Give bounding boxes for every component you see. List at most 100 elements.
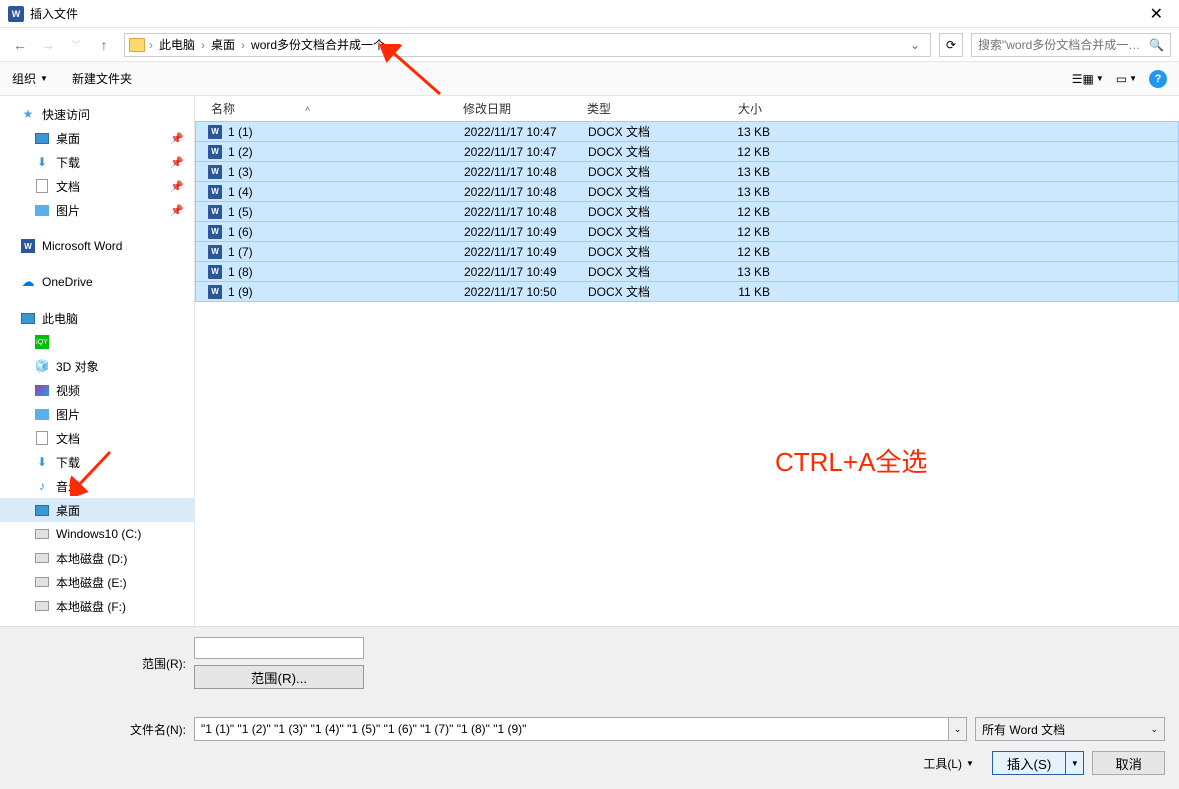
sidebar-item-pictures[interactable]: 图片 📌 — [0, 198, 194, 222]
new-folder-button[interactable]: 新建文件夹 — [72, 70, 132, 87]
pc-icon — [21, 313, 35, 324]
file-type: DOCX 文档 — [588, 123, 708, 140]
back-button[interactable]: ← — [8, 33, 32, 57]
search-input[interactable] — [978, 38, 1145, 52]
sidebar-label: Microsoft Word — [42, 239, 122, 253]
search-icon: 🔍 — [1149, 38, 1164, 52]
bottom-panel: 范围(R): 范围(R)... 文件名(N): ⌄ 所有 Word 文档 ⌄ 工… — [0, 626, 1179, 789]
picture-icon — [35, 205, 49, 216]
refresh-button[interactable]: ⟳ — [939, 33, 963, 57]
sidebar-item-desktop[interactable]: 桌面 📌 — [0, 126, 194, 150]
help-button[interactable]: ? — [1149, 70, 1167, 88]
file-row[interactable]: W1 (2)2022/11/17 10:47DOCX 文档12 KB — [195, 141, 1179, 162]
organize-menu[interactable]: 组织 ▼ — [12, 70, 48, 87]
tools-label: 工具(L) — [923, 755, 962, 772]
chevron-down-icon: ⌄ — [1150, 724, 1158, 735]
column-name[interactable]: 名称 ˄ — [205, 96, 457, 121]
sidebar-item-documents[interactable]: 文档 📌 — [0, 174, 194, 198]
document-icon — [36, 179, 48, 193]
sidebar-item-downloads[interactable]: ⬇ 下载 📌 — [0, 150, 194, 174]
sidebar-item-edrive[interactable]: 本地磁盘 (E:) — [0, 570, 194, 594]
file-date: 2022/11/17 10:48 — [464, 185, 588, 199]
range-input[interactable] — [194, 637, 364, 659]
file-date: 2022/11/17 10:47 — [464, 125, 588, 139]
file-row[interactable]: W1 (4)2022/11/17 10:48DOCX 文档13 KB — [195, 181, 1179, 202]
search-box[interactable]: 🔍 — [971, 33, 1171, 57]
sidebar-item-quickaccess[interactable]: ★ 快速访问 — [0, 102, 194, 126]
filetype-select[interactable]: 所有 Word 文档 ⌄ — [975, 717, 1165, 741]
sidebar-item-ddrive[interactable]: 本地磁盘 (D:) — [0, 546, 194, 570]
sidebar-item-3d[interactable]: 🧊 3D 对象 — [0, 354, 194, 378]
file-type: DOCX 文档 — [588, 163, 708, 180]
sidebar-item-pictures2[interactable]: 图片 — [0, 402, 194, 426]
file-row[interactable]: W1 (7)2022/11/17 10:49DOCX 文档12 KB — [195, 241, 1179, 262]
annotation-arrow — [70, 446, 120, 496]
sidebar-item-videos[interactable]: 视频 — [0, 378, 194, 402]
organize-label: 组织 — [12, 70, 36, 87]
sidebar-item-cdrive[interactable]: Windows10 (C:) — [0, 522, 194, 546]
preview-pane-button[interactable]: ▭ ▼ — [1116, 72, 1137, 86]
sidebar-item-onedrive[interactable]: ☁ OneDrive — [0, 270, 194, 294]
title-bar: W 插入文件 ✕ — [0, 0, 1179, 28]
drive-icon — [35, 553, 49, 563]
up-button[interactable]: ↑ — [92, 33, 116, 57]
column-size[interactable]: 大小 — [701, 96, 781, 121]
file-row[interactable]: W1 (9)2022/11/17 10:50DOCX 文档11 KB — [195, 281, 1179, 302]
cancel-button[interactable]: 取消 — [1092, 751, 1165, 775]
breadcrumb-dropdown-icon[interactable]: ⌄ — [904, 38, 926, 52]
sidebar-item-desktop2[interactable]: 桌面 — [0, 498, 194, 522]
col-label: 名称 — [211, 100, 235, 117]
breadcrumb[interactable]: › 此电脑 › 桌面 › word多份文档合并成一个 ⌄ — [124, 33, 931, 57]
sidebar-item-thispc[interactable]: 此电脑 — [0, 306, 194, 330]
file-row[interactable]: W1 (3)2022/11/17 10:48DOCX 文档13 KB — [195, 161, 1179, 182]
file-name: 1 (5) — [224, 205, 464, 219]
file-date: 2022/11/17 10:49 — [464, 225, 588, 239]
file-panel: 名称 ˄ 修改日期 类型 大小 W1 (1)2022/11/17 10:47DO… — [195, 96, 1179, 626]
annotation-arrow — [380, 44, 450, 100]
insert-dropdown[interactable]: ▼ — [1066, 751, 1084, 775]
insert-button[interactable]: 插入(S) — [992, 751, 1066, 775]
file-row[interactable]: W1 (6)2022/11/17 10:49DOCX 文档12 KB — [195, 221, 1179, 242]
music-icon: ♪ — [34, 478, 50, 494]
file-date: 2022/11/17 10:49 — [464, 265, 588, 279]
file-row[interactable]: W1 (1)2022/11/17 10:47DOCX 文档13 KB — [195, 121, 1179, 142]
file-header: 名称 ˄ 修改日期 类型 大小 — [195, 96, 1179, 122]
sidebar-label: 3D 对象 — [56, 358, 99, 375]
newfolder-label: 新建文件夹 — [72, 70, 132, 87]
file-size: 12 KB — [708, 205, 788, 219]
file-type: DOCX 文档 — [588, 243, 708, 260]
sidebar-label: 文档 — [56, 178, 80, 195]
sidebar-item-fdrive[interactable]: 本地磁盘 (F:) — [0, 594, 194, 618]
recent-dropdown[interactable]: ﹀ — [64, 33, 88, 57]
iqiyi-icon: iQY — [35, 335, 49, 349]
file-type: DOCX 文档 — [588, 143, 708, 160]
breadcrumb-item[interactable]: word多份文档合并成一个 — [245, 36, 391, 53]
forward-button[interactable]: → — [36, 33, 60, 57]
filename-dropdown[interactable]: ⌄ — [949, 717, 967, 741]
file-row[interactable]: W1 (5)2022/11/17 10:48DOCX 文档12 KB — [195, 201, 1179, 222]
file-icon: W — [206, 124, 224, 140]
breadcrumb-item[interactable]: 此电脑 — [153, 36, 201, 53]
chevron-down-icon: ▼ — [1129, 74, 1137, 83]
column-date[interactable]: 修改日期 — [457, 96, 581, 121]
tools-menu[interactable]: 工具(L) ▼ — [913, 752, 984, 775]
sidebar-item-iqiyi[interactable]: iQY — [0, 330, 194, 354]
sidebar-label: 图片 — [56, 406, 80, 423]
range-button[interactable]: 范围(R)... — [194, 665, 364, 689]
filename-input[interactable] — [194, 717, 949, 741]
file-icon: W — [206, 204, 224, 220]
file-row[interactable]: W1 (8)2022/11/17 10:49DOCX 文档13 KB — [195, 261, 1179, 282]
file-name: 1 (8) — [224, 265, 464, 279]
sidebar-item-msword[interactable]: W Microsoft Word — [0, 234, 194, 258]
sidebar-label: 桌面 — [56, 502, 80, 519]
file-name: 1 (4) — [224, 185, 464, 199]
file-size: 12 KB — [708, 225, 788, 239]
close-button[interactable]: ✕ — [1142, 4, 1171, 24]
breadcrumb-item[interactable]: 桌面 — [205, 36, 241, 53]
file-date: 2022/11/17 10:48 — [464, 205, 588, 219]
column-type[interactable]: 类型 — [581, 96, 701, 121]
chevron-down-icon: ▼ — [40, 74, 48, 83]
file-name: 1 (6) — [224, 225, 464, 239]
view-mode-button[interactable]: ☰▦ ▼ — [1072, 72, 1104, 86]
file-size: 13 KB — [708, 125, 788, 139]
